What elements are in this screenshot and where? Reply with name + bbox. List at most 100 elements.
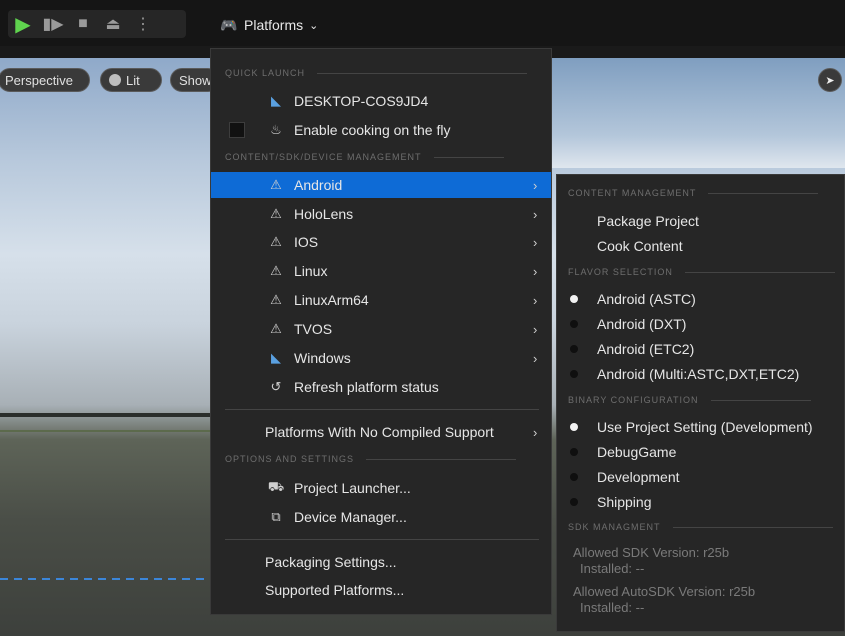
platform-label: Windows [294, 350, 351, 366]
sub-item-flavor-astc[interactable]: Android (ASTC) [557, 287, 844, 311]
platform-label: Android [294, 177, 343, 193]
step-icon[interactable]: ▮▶ [38, 10, 68, 38]
platform-label: TVOS [294, 321, 333, 337]
menu-item-tvos[interactable]: ⚠ TVOS › [211, 316, 551, 342]
cooking-icon: ♨ [270, 122, 282, 137]
chevron-right-icon: › [533, 292, 538, 308]
cooking-checkbox[interactable] [229, 122, 245, 138]
installed-sdk-text: Installed: -- [580, 561, 645, 576]
warning-icon: ⚠ [270, 263, 282, 278]
main-toolbar: ▶ ▮▶ ■ ⏏ ⋮ 🎮 Platforms ⌄ [0, 0, 845, 46]
section-quick-launch: QUICK LAUNCH [225, 67, 528, 79]
platforms-menu: QUICK LAUNCH ◣ DESKTOP-COS9JD4 ♨ Enable … [210, 48, 552, 615]
menu-item-linuxarm64[interactable]: ⚠ LinuxArm64 › [211, 287, 551, 313]
menu-item-no-compiled[interactable]: Platforms With No Compiled Support › [211, 419, 551, 445]
sub-item-flavor-etc2[interactable]: Android (ETC2) [557, 337, 844, 361]
sub-item-binary-shipping[interactable]: Shipping [557, 490, 844, 514]
no-compiled-label: Platforms With No Compiled Support [265, 424, 494, 440]
menu-item-device-manager[interactable]: ⧉ Device Manager... [211, 504, 551, 530]
menu-item-refresh[interactable]: ↺ Refresh platform status [211, 374, 551, 400]
sub-item-binary-development[interactable]: Development [557, 465, 844, 489]
menu-item-device[interactable]: ◣ DESKTOP-COS9JD4 [211, 88, 551, 114]
warning-icon: ⚠ [270, 177, 282, 192]
floor-edge [0, 413, 212, 417]
android-submenu: CONTENT MANAGEMENT Package Project Cook … [556, 174, 845, 632]
menu-item-android[interactable]: ⚠ Android › [211, 172, 551, 198]
platforms-button[interactable]: 🎮 Platforms ⌄ [220, 14, 318, 36]
menu-item-ios[interactable]: ⚠ IOS › [211, 229, 551, 255]
menu-divider [225, 409, 539, 410]
radio-icon [570, 320, 578, 328]
radio-icon [570, 370, 578, 378]
sky-area [540, 58, 845, 168]
chevron-right-icon: › [533, 206, 538, 222]
show-label: Show [179, 72, 212, 88]
perspective-button[interactable]: Perspective [0, 68, 90, 92]
supported-platforms-label: Supported Platforms... [265, 582, 405, 598]
section-sdk: SDK MANAGMENT [568, 521, 833, 533]
section-label: CONTENT/SDK/DEVICE MANAGEMENT [225, 152, 422, 162]
device-label: DESKTOP-COS9JD4 [294, 93, 429, 109]
section-binary: BINARY CONFIGURATION [568, 394, 811, 406]
sub-item-cook-content[interactable]: Cook Content [557, 234, 844, 258]
windows-icon: ◣ [271, 93, 281, 108]
lit-button[interactable]: Lit [100, 68, 162, 92]
play-icon[interactable]: ▶ [8, 10, 38, 38]
windows-icon: ◣ [271, 350, 281, 365]
chevron-right-icon: › [533, 321, 538, 337]
flavor-label: Android (ETC2) [597, 341, 695, 357]
platform-label: LinuxArm64 [294, 292, 369, 308]
section-label: FLAVOR SELECTION [568, 267, 673, 277]
device-manager-label: Device Manager... [294, 509, 407, 525]
flavor-label: Android (Multi:ASTC,DXT,ETC2) [597, 366, 800, 382]
binary-label: Development [597, 469, 680, 485]
menu-item-linux[interactable]: ⚠ Linux › [211, 258, 551, 284]
chevron-right-icon: › [533, 177, 538, 193]
select-mode-icon[interactable]: ➤ [818, 68, 842, 92]
radio-icon [570, 448, 578, 456]
floor-edge-green [0, 430, 212, 432]
sub-item-binary-project-setting[interactable]: Use Project Setting (Development) [557, 415, 844, 439]
menu-item-project-launcher[interactable]: ⛟ Project Launcher... [211, 475, 551, 501]
section-content-management: CONTENT MANAGEMENT [568, 187, 819, 199]
more-options-icon[interactable]: ⋮ [128, 10, 158, 38]
lit-label: Lit [126, 72, 140, 88]
warning-icon: ⚠ [270, 321, 282, 336]
binary-label: DebugGame [597, 444, 677, 460]
menu-item-supported-platforms[interactable]: Supported Platforms... [211, 577, 551, 603]
lit-icon [109, 74, 121, 86]
sub-item-flavor-dxt[interactable]: Android (DXT) [557, 312, 844, 336]
radio-selected-icon [570, 295, 578, 303]
section-label: CONTENT MANAGEMENT [568, 188, 697, 198]
sub-item-flavor-multi[interactable]: Android (Multi:ASTC,DXT,ETC2) [557, 362, 844, 386]
warning-icon: ⚠ [270, 206, 282, 221]
sub-item-package-project[interactable]: Package Project [557, 209, 844, 233]
packaging-settings-label: Packaging Settings... [265, 554, 397, 570]
device-manager-icon: ⧉ [271, 509, 281, 524]
cooking-label: Enable cooking on the fly [294, 122, 451, 138]
section-label: SDK MANAGMENT [568, 522, 661, 532]
radio-icon [570, 498, 578, 506]
installed-autosdk-text: Installed: -- [580, 600, 645, 615]
package-project-label: Package Project [597, 213, 699, 229]
menu-item-hololens[interactable]: ⚠ HoloLens › [211, 201, 551, 227]
sub-item-binary-debuggame[interactable]: DebugGame [557, 440, 844, 464]
eject-icon[interactable]: ⏏ [98, 10, 128, 38]
section-options: OPTIONS AND SETTINGS [225, 453, 517, 465]
section-flavor: FLAVOR SELECTION [568, 266, 835, 278]
platform-label: HoloLens [294, 206, 354, 222]
selection-outline [0, 578, 212, 580]
chevron-right-icon: › [533, 234, 538, 250]
allowed-autosdk-text: Allowed AutoSDK Version: r25b [573, 584, 756, 599]
menu-item-windows[interactable]: ◣ Windows › [211, 345, 551, 371]
binary-label: Shipping [597, 494, 652, 510]
refresh-label: Refresh platform status [294, 379, 439, 395]
stop-icon[interactable]: ■ [68, 10, 98, 38]
menu-item-cooking[interactable]: ♨ Enable cooking on the fly [211, 117, 551, 143]
play-controls: ▶ ▮▶ ■ ⏏ ⋮ [8, 10, 186, 38]
project-launcher-label: Project Launcher... [294, 480, 411, 496]
binary-label: Use Project Setting (Development) [597, 419, 813, 435]
section-label: OPTIONS AND SETTINGS [225, 454, 355, 464]
menu-item-packaging-settings[interactable]: Packaging Settings... [211, 549, 551, 575]
section-label: QUICK LAUNCH [225, 68, 306, 78]
